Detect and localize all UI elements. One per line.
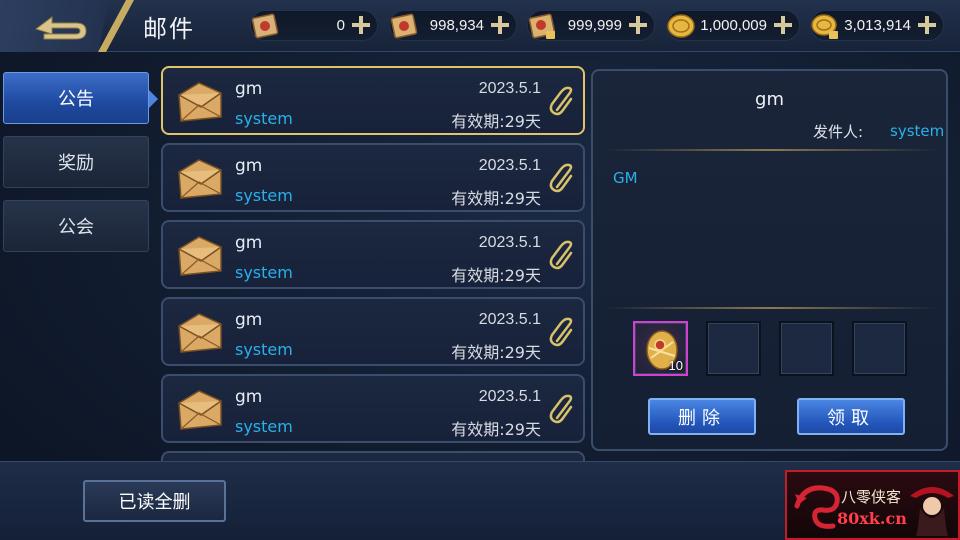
attachment-slot[interactable]: 10 [633,321,688,376]
currency-value: 3,013,914 [844,17,911,34]
mail-title: gm [235,387,263,407]
page-title: 邮件 [143,15,195,43]
tab-announcement[interactable]: 公告 [3,72,149,124]
attachment-slot[interactable] [706,321,761,376]
mail-date: 2023.5.1 [478,388,541,405]
watermark-bottom-text: 80xk.cn [837,509,907,528]
mail-expire: 有效期:29天 [451,112,541,131]
title-divider-icon [98,0,134,52]
detail-body: GM [613,169,638,187]
mail-date: 2023.5.1 [478,311,541,328]
mail-list[interactable]: gm system 2023.5.1 有效期:29天 gm system 202… [161,64,585,462]
paperclip-icon [549,163,573,193]
mail-item[interactable]: gm system 2023.5.1 有效期:29天 [161,143,585,212]
detail-from-label: 发件人: [813,123,864,141]
red-scroll-icon [251,13,279,39]
mail-sender: system [235,186,293,205]
mail-title: gm [235,156,263,176]
currency-gold-coin: 1,000,009 [666,10,800,41]
mail-date: 2023.5.1 [478,157,541,174]
gold-coin-icon [667,14,695,38]
envelope-icon [178,236,222,276]
attachment-slot[interactable] [852,321,907,376]
back-arrow-icon [34,16,87,40]
add-currency-icon[interactable] [915,13,939,37]
mail-date: 2023.5.1 [478,80,541,97]
paperclip-icon [549,240,573,270]
envelope-icon [178,82,222,122]
currency-gold-coin-locked: 3,013,914 [810,10,944,41]
mail-expire: 有效期:29天 [451,343,541,362]
add-currency-icon[interactable] [771,13,795,37]
currency-value: 0 [336,17,345,34]
watermark-top-text: 八零侠客 [841,488,902,506]
paperclip-icon [549,86,573,116]
add-currency-icon[interactable] [626,13,650,37]
gold-scroll-icon [390,13,418,39]
top-bar: 邮件 0 998,934 999,999 1,000,009 3,013,914 [0,0,960,52]
active-tab-arrow-icon [149,90,158,108]
tab-rewards[interactable]: 奖励 [3,136,149,188]
delete-all-read-button[interactable]: 已读全删 [83,480,226,522]
mail-item[interactable]: gm system 2023.5.1 有效期:29天 [161,297,585,366]
mail-date: 2023.5.1 [478,234,541,251]
divider [603,307,938,309]
envelope-icon [178,390,222,430]
envelope-icon [178,159,222,199]
mail-expire: 有效期:29天 [451,420,541,439]
paperclip-icon [549,317,573,347]
mail-item[interactable]: gm system 2023.5.1 有效期:29天 [161,66,585,135]
character-portrait-icon [910,487,954,536]
mail-item[interactable]: gm system 2023.5.1 有效期:29天 [161,220,585,289]
mail-item[interactable]: gm system 2023.5.1 有效期:29天 [161,374,585,443]
delete-button[interactable]: 删除 [648,398,756,435]
paperclip-icon [549,394,573,424]
watermark: 八零侠客 80xk.cn [785,470,960,540]
attachment-count: 10 [668,358,683,373]
mail-sender: system [235,417,293,436]
detail-title: gm [755,89,784,110]
mail-detail-panel: gm 发件人: system GM 10 删除 领取 [591,69,948,451]
currency-scroll-red: 0 [250,10,378,41]
mail-expire: 有效期:29天 [451,189,541,208]
currency-scroll-gold: 998,934 [389,10,517,41]
currency-value: 1,000,009 [700,17,767,34]
currency-value: 998,934 [429,17,484,34]
locked-scroll-icon [528,13,556,39]
add-currency-icon[interactable] [488,13,512,37]
claim-button[interactable]: 领取 [797,398,905,435]
mail-sender: system [235,109,293,128]
detail-from-value: system [890,122,945,140]
mail-sender: system [235,263,293,282]
envelope-icon [178,313,222,353]
mail-sender: system [235,340,293,359]
currency-scroll-locked: 999,999 [527,10,655,41]
add-currency-icon[interactable] [349,13,373,37]
divider [603,149,938,151]
currency-value: 999,999 [567,17,622,34]
mail-expire: 有效期:29天 [451,266,541,285]
mail-title: gm [235,310,263,330]
locked-gold-coin-icon [811,14,838,39]
mail-title: gm [235,233,263,253]
tab-guild[interactable]: 公会 [3,200,149,252]
attachment-slot[interactable] [779,321,834,376]
mail-title: gm [235,79,263,99]
